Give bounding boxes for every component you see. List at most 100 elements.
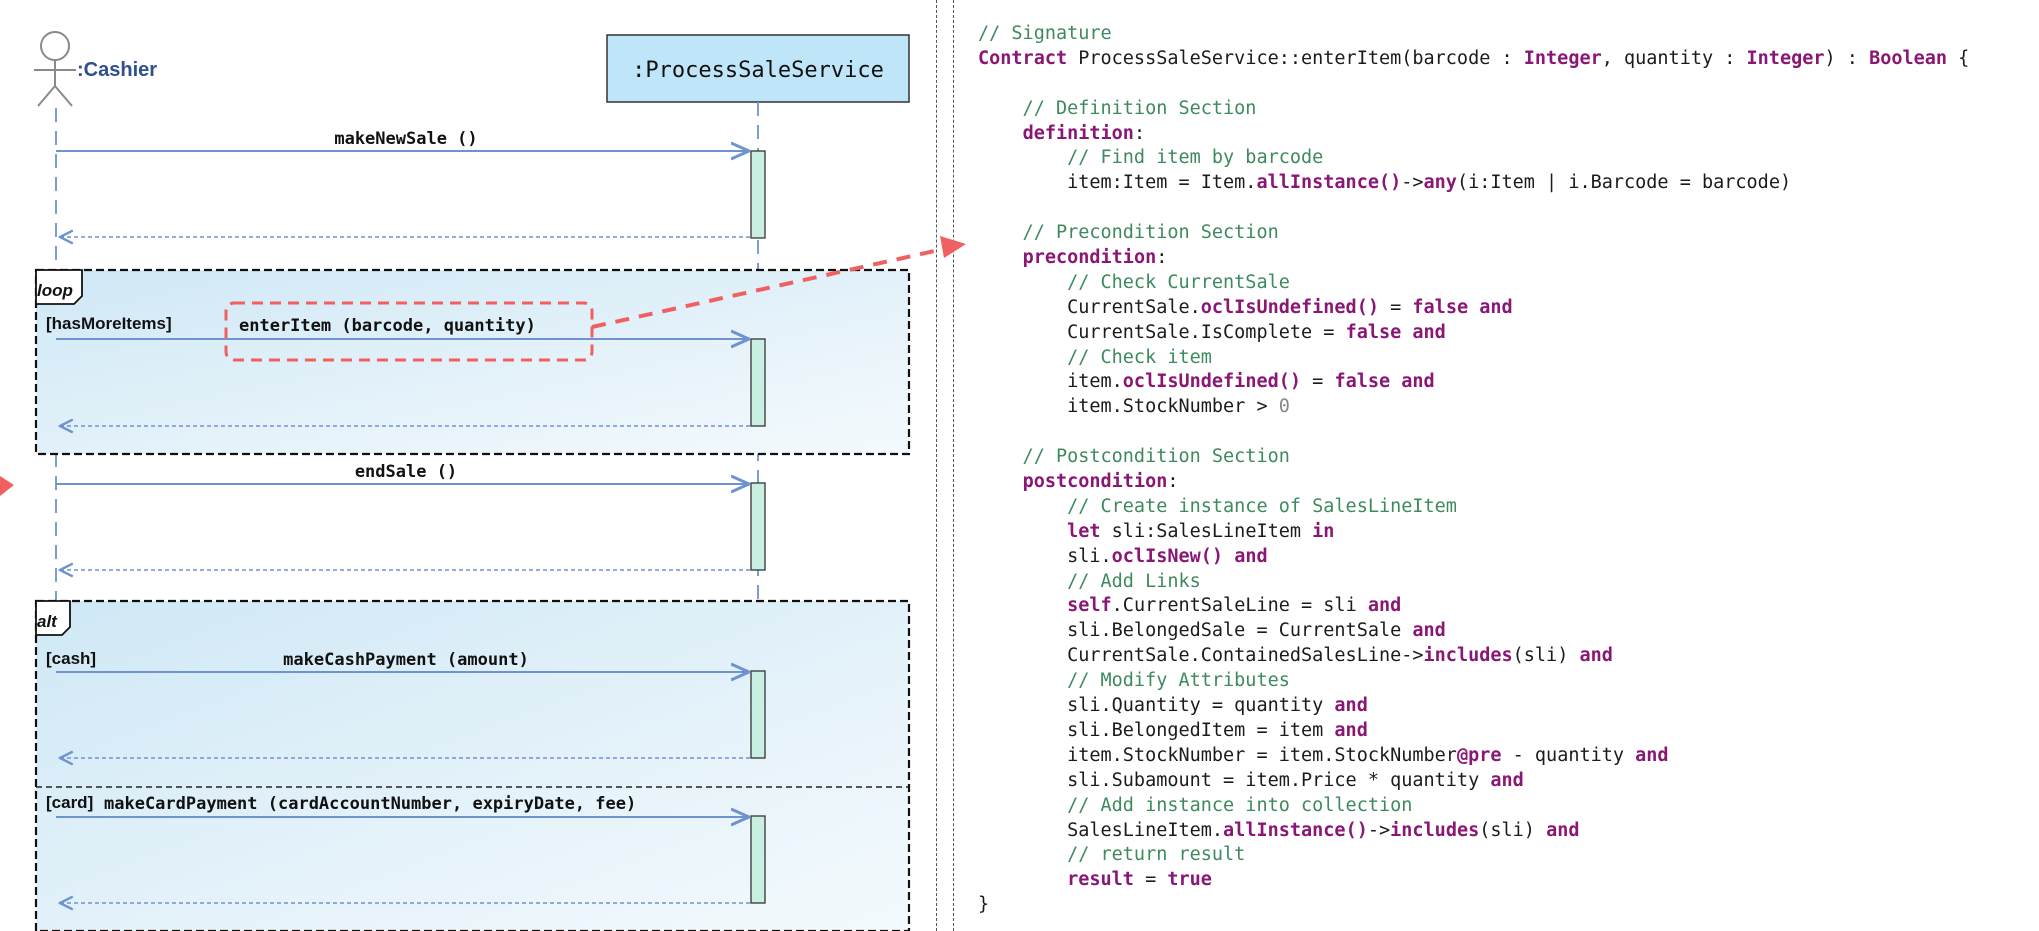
code-line: sli.Quantity = quantity and <box>978 694 2028 719</box>
code-line: CurrentSale.ContainedSalesLine->includes… <box>978 644 2028 669</box>
code-token: item. <box>978 371 1123 393</box>
code-token: (sli) <box>1512 645 1580 667</box>
code-token: oclIsUndefined() <box>1200 296 1379 318</box>
code-token: : <box>1167 471 1179 493</box>
service-label: :ProcessSaleService <box>632 58 884 83</box>
code-token: ProcessSaleService::enterItem(barcode : <box>1067 47 1524 69</box>
code-token: allInstance() <box>1223 819 1368 841</box>
code-token: sli:SalesLineItem <box>1100 520 1313 542</box>
code-token: any <box>1423 172 1457 194</box>
code-token: and <box>1546 819 1580 841</box>
code-token: item:Item = Item. <box>978 172 1257 194</box>
code-token: false <box>1412 296 1469 318</box>
code-token: and <box>1490 769 1524 791</box>
code-line: // Check CurrentSale <box>978 271 2028 296</box>
code-token: sli.Quantity = quantity <box>978 695 1335 717</box>
code-line: // Precondition Section <box>978 221 2028 246</box>
code-line: CurrentSale.oclIsUndefined() = false and <box>978 296 2028 321</box>
code-line: // Add Links <box>978 570 2028 595</box>
code-token: in <box>1312 520 1335 542</box>
code-token: true <box>1167 869 1212 891</box>
code-token: and <box>1412 321 1446 343</box>
code-line: sli.BelongedSale = CurrentSale and <box>978 619 2028 644</box>
code-token: and <box>1479 296 1513 318</box>
code-token: SalesLineItem. <box>978 819 1224 841</box>
alt-keyword: alt <box>37 612 58 631</box>
code-token: precondition <box>1022 247 1157 269</box>
actor-label: :Cashier <box>77 59 157 81</box>
code-token: and <box>1412 620 1446 642</box>
code-line: Contract ProcessSaleService::enterItem(b… <box>978 47 2028 72</box>
code-token: { <box>1947 47 1970 69</box>
code-token: result <box>1067 869 1134 891</box>
code-token: // Precondition Section <box>978 222 1279 244</box>
code-token: : <box>1156 247 1168 269</box>
code-line: // Create instance of SalesLineItem <box>978 495 2028 520</box>
code-token: oclIsNew() <box>1111 545 1224 567</box>
code-token: -> <box>1401 172 1424 194</box>
code-line: sli.BelongedItem = item and <box>978 719 2028 744</box>
code-token: and <box>1334 695 1368 717</box>
code-token: let <box>1067 520 1101 542</box>
code-token: item.StockNumber > <box>978 396 1279 418</box>
code-token: sli.Subamount = item.Price * quantity <box>978 769 1491 791</box>
code-line: // Postcondition Section <box>978 445 2028 470</box>
code-token: - quantity <box>1501 744 1636 766</box>
alt-guard-cash: [cash] <box>46 649 96 668</box>
message-label: makeCashPayment (amount) <box>283 650 529 670</box>
code-line: // Definition Section <box>978 97 2028 122</box>
activation-bar <box>750 670 766 759</box>
code-token: sli.BelongedSale = CurrentSale <box>978 620 1413 642</box>
code-token: Integer <box>1746 47 1825 69</box>
code-token: -> <box>1367 819 1391 841</box>
code-token: = <box>1378 296 1413 318</box>
offscreen-arrowhead <box>0 476 14 496</box>
code-token: // Create instance of SalesLineItem <box>978 495 1457 517</box>
loop-keyword: loop <box>37 281 73 300</box>
code-token: postcondition <box>1022 471 1168 493</box>
actor-icon <box>34 31 76 107</box>
code-line: CurrentSale.IsComplete = false and <box>978 321 2028 346</box>
code-token: oclIsUndefined() <box>1122 371 1302 393</box>
code-line: item.StockNumber > 0 <box>978 395 2028 420</box>
code-line: } <box>978 893 2028 918</box>
code-line: sli.oclIsNew() and <box>978 545 2028 570</box>
activation-bar <box>750 815 766 904</box>
message-label: makeNewSale () <box>334 129 477 149</box>
code-token: CurrentSale. <box>978 296 1201 318</box>
code-line: item:Item = Item.allInstance()->any(i:It… <box>978 171 2028 196</box>
code-line: let sli:SalesLineItem in <box>978 520 2028 545</box>
code-token: // Find item by barcode <box>978 147 1324 169</box>
code-line: sli.Subamount = item.Price * quantity an… <box>978 769 2028 794</box>
code-line: definition: <box>978 122 2028 147</box>
code-token: , quantity : <box>1601 47 1747 69</box>
code-token: item.StockNumber = item.StockNumber <box>978 744 1457 766</box>
highlight-arrowhead <box>940 236 966 258</box>
code-token: includes <box>1390 819 1480 841</box>
message-label: enterItem (barcode, quantity) <box>239 316 536 336</box>
message-label: endSale () <box>355 462 457 482</box>
code-token: false <box>1345 321 1402 343</box>
code-token: and <box>1334 719 1368 741</box>
code-token: false <box>1334 371 1391 393</box>
ocl-contract-code: // Signature Contract ProcessSaleService:… <box>978 22 2028 918</box>
code-line: // Find item by barcode <box>978 146 2028 171</box>
code-line: // Check item <box>978 346 2028 371</box>
code-token: Integer <box>1523 47 1602 69</box>
code-token: 0 <box>1278 396 1290 418</box>
code-token: sli. <box>978 545 1112 567</box>
code-token: and <box>1579 645 1613 667</box>
code-token: self <box>1067 595 1112 617</box>
code-token: @pre <box>1456 744 1502 766</box>
code-token: definition <box>1022 122 1134 144</box>
